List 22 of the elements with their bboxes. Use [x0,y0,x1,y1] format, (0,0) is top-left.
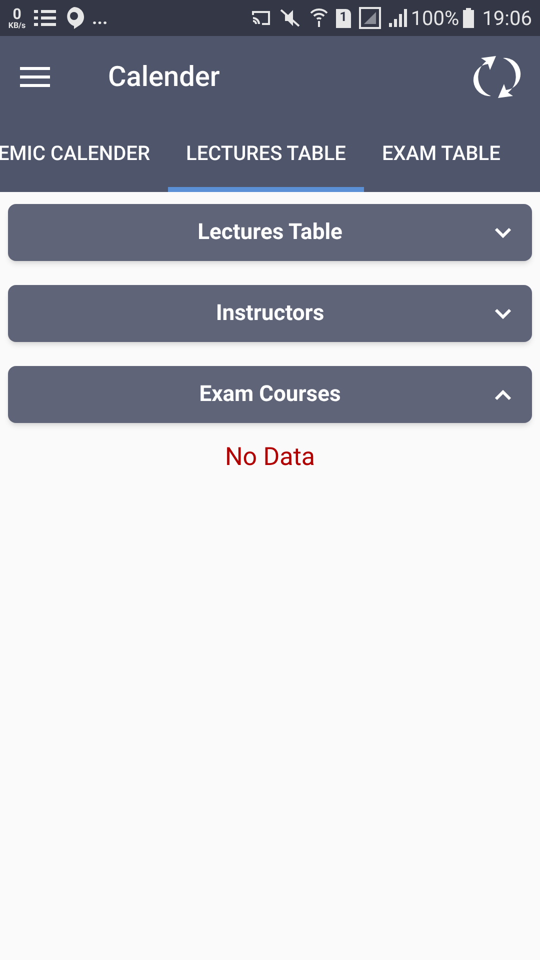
menu-button[interactable] [20,66,50,88]
battery-percent: 100% [410,5,460,32]
section-header[interactable]: Lectures Table [8,204,532,261]
speed-unit: KB/s [8,22,26,30]
tab[interactable]: EXAM TABLE [364,118,518,192]
tab[interactable]: LECTURES TABLE [168,118,364,192]
section-header[interactable]: Exam Courses [8,366,532,423]
empty-message: No Data [224,442,316,474]
cast-icon [252,11,270,25]
sim-icon: 1 [336,8,351,28]
battery-icon [463,8,474,28]
list-icon [34,9,56,27]
mute-icon [278,8,302,28]
clock: 19:06 [482,5,532,32]
signal-icon [358,7,381,29]
wifi-icon [310,8,328,28]
app-title: Calender [108,59,220,95]
location-pin-icon [64,7,84,29]
signal-icon [388,9,407,27]
section-header[interactable]: Instructors [8,285,532,342]
more-notifications: ... [92,6,108,30]
speed-value: 0 [12,6,22,22]
